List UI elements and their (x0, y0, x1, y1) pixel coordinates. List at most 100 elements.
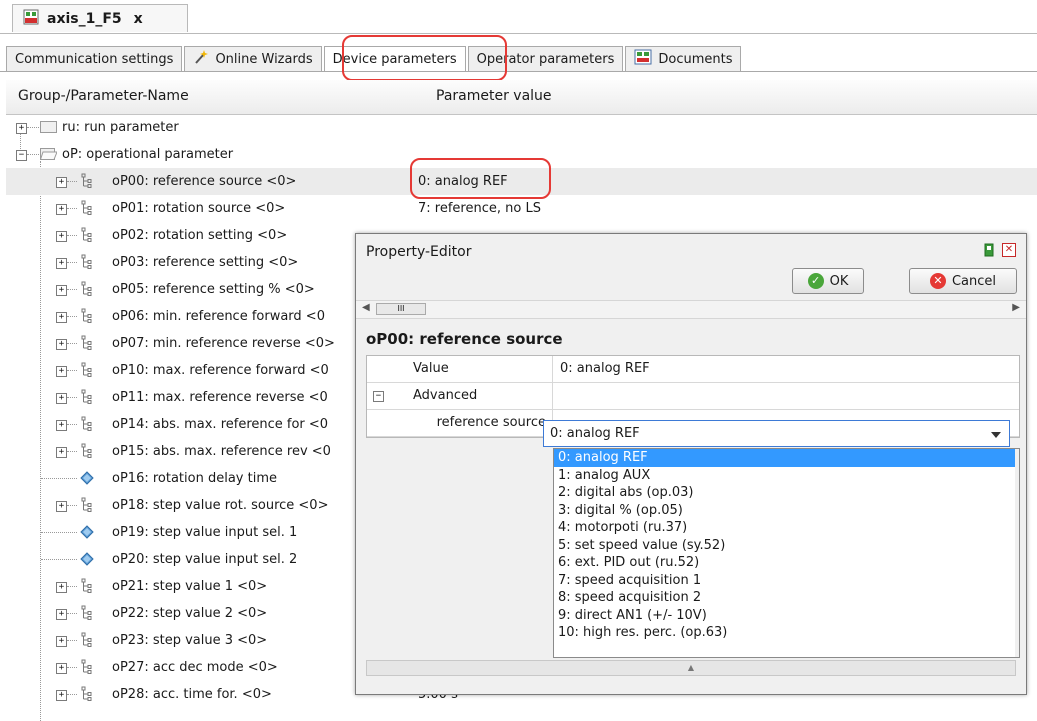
value-leaf-icon (80, 552, 94, 566)
property-row-value[interactable]: Value 0: analog REF (367, 356, 1019, 383)
expand-icon[interactable]: + (56, 339, 67, 350)
tree-connector (41, 532, 77, 534)
tab-online-wizards[interactable]: Online Wizards (184, 46, 322, 72)
dropdown-option[interactable]: 8: speed acquisition 2 (554, 589, 1019, 607)
property-name: Value (413, 361, 449, 376)
property-name-cell: − Advanced (367, 383, 553, 409)
tree-param-row[interactable]: + oP01: rotation source <0> 7: reference, … (6, 195, 1037, 222)
resize-grip[interactable]: ▲ (366, 660, 1016, 676)
dropdown-option[interactable]: 6: ext. PID out (ru.52) (554, 554, 1019, 572)
expand-icon[interactable]: + (56, 393, 67, 404)
expand-icon[interactable]: + (16, 123, 27, 134)
documents-icon (634, 49, 652, 69)
cancel-button[interactable]: ✕ Cancel (909, 268, 1017, 294)
collapse-icon[interactable]: − (373, 391, 384, 402)
document-tab-divider (0, 33, 1037, 34)
parameter-name: oP23: step value 3 <0> (112, 633, 268, 648)
parameter-name: oP19: step value input sel. 1 (112, 525, 298, 540)
close-tab-icon[interactable]: x (134, 11, 143, 27)
parameter-value[interactable]: 7: reference, no LS (418, 201, 541, 216)
dropdown-option[interactable]: 4: motorpoti (ru.37) (554, 519, 1019, 537)
document-tab-axis-1-f5[interactable]: axis_1_F5 x (12, 4, 188, 32)
column-header-name[interactable]: Group-/Parameter-Name (18, 88, 189, 104)
tree-param-row[interactable]: + oP00: reference source <0> 0: analog REF (6, 168, 1037, 195)
tree-group-op[interactable]: − oP: operational parameter (6, 141, 1037, 168)
pin-icon[interactable] (982, 243, 996, 257)
parameter-name: oP00: reference source <0> (112, 174, 297, 189)
folder-icon (40, 121, 57, 133)
column-header-value[interactable]: Parameter value (436, 88, 552, 104)
ok-label: OK (829, 273, 849, 289)
device-tab-strip: Communication settings Online Wizards De… (6, 46, 743, 72)
dialog-title: Property-Editor (366, 244, 472, 260)
parameter-icon (80, 443, 94, 459)
collapse-icon[interactable]: − (16, 150, 27, 161)
tab-operator-parameters[interactable]: Operator parameters (467, 46, 624, 72)
expand-icon[interactable]: + (56, 366, 67, 377)
expand-icon[interactable]: + (56, 501, 67, 512)
dropdown-option[interactable]: 7: speed acquisition 1 (554, 572, 1019, 590)
open-folder-icon (39, 148, 58, 160)
dropdown-selected-value: 0: analog REF (550, 426, 640, 441)
tree-connector (27, 127, 39, 129)
tree-connector (67, 667, 77, 669)
reference-source-dropdown[interactable]: 0: analog REF (543, 420, 1010, 447)
tab-documents[interactable]: Documents (625, 46, 742, 72)
tree-connector (67, 316, 77, 318)
tab-communication-settings[interactable]: Communication settings (6, 46, 183, 72)
parameter-name: oP06: min. reference forward <0 (112, 309, 325, 324)
wand-icon (193, 49, 209, 69)
property-value[interactable]: 0: analog REF (554, 356, 1019, 382)
expand-icon[interactable]: + (56, 582, 67, 593)
expand-icon[interactable]: + (56, 285, 67, 296)
expand-icon[interactable]: + (56, 204, 67, 215)
column-header-bar: Group-/Parameter-Name Parameter value (6, 80, 1037, 115)
expand-icon[interactable]: + (56, 258, 67, 269)
tree-connector (41, 478, 77, 480)
expand-icon[interactable]: + (56, 312, 67, 323)
tree-connector (67, 343, 77, 345)
expand-icon[interactable]: + (56, 447, 67, 458)
dropdown-option[interactable]: 9: direct AN1 (+/- 10V) (554, 607, 1019, 625)
dropdown-scrollbar[interactable] (1015, 449, 1019, 657)
ok-button[interactable]: ✓ OK (792, 268, 864, 294)
expand-icon[interactable]: + (56, 231, 67, 242)
close-dialog-icon[interactable]: ✕ (1002, 243, 1016, 257)
parameter-icon (80, 308, 94, 324)
parameter-icon (80, 200, 94, 216)
chevron-down-icon[interactable] (991, 432, 1001, 438)
tab-device-parameters[interactable]: Device parameters (323, 46, 466, 72)
tab-label: Online Wizards (215, 51, 313, 67)
expand-icon[interactable]: + (56, 636, 67, 647)
parameter-icon (80, 362, 94, 378)
parameter-value[interactable]: 0: analog REF (418, 174, 508, 189)
dropdown-option[interactable]: 10: high res. perc. (op.63) (554, 624, 1019, 642)
dropdown-option[interactable]: 2: digital abs (op.03) (554, 484, 1019, 502)
expand-icon[interactable]: + (56, 177, 67, 188)
cancel-icon: ✕ (929, 273, 946, 289)
scroll-right-icon[interactable]: ▶ (1012, 302, 1020, 313)
expand-icon[interactable]: + (56, 690, 67, 701)
tree-connector (67, 505, 77, 507)
horizontal-scrollbar[interactable]: ◀ III ▶ (356, 300, 1026, 319)
scrollbar-thumb[interactable]: III (376, 303, 426, 315)
property-row-advanced[interactable]: − Advanced (367, 383, 1019, 410)
dropdown-option[interactable]: 3: digital % (op.05) (554, 502, 1019, 520)
parameter-name: oP27: acc dec mode <0> (112, 660, 278, 675)
tree-connector (41, 559, 77, 561)
dropdown-option[interactable]: 0: analog REF (554, 449, 1019, 467)
parameter-icon (80, 335, 94, 351)
tree-connector (67, 262, 77, 264)
tree-group-ru[interactable]: + ru: run parameter (6, 114, 1037, 141)
expand-icon[interactable]: + (56, 663, 67, 674)
tab-strip-divider (0, 71, 1037, 72)
scroll-left-icon[interactable]: ◀ (362, 302, 370, 313)
tab-label: Device parameters (332, 51, 457, 67)
dropdown-option[interactable]: 5: set speed value (sy.52) (554, 537, 1019, 555)
parameter-name: oP15: abs. max. reference rev <0 (112, 444, 331, 459)
tab-label: Communication settings (15, 51, 174, 67)
expand-icon[interactable]: + (56, 420, 67, 431)
tree-connector (67, 694, 77, 696)
expand-icon[interactable]: + (56, 609, 67, 620)
dropdown-option[interactable]: 1: analog AUX (554, 467, 1019, 485)
